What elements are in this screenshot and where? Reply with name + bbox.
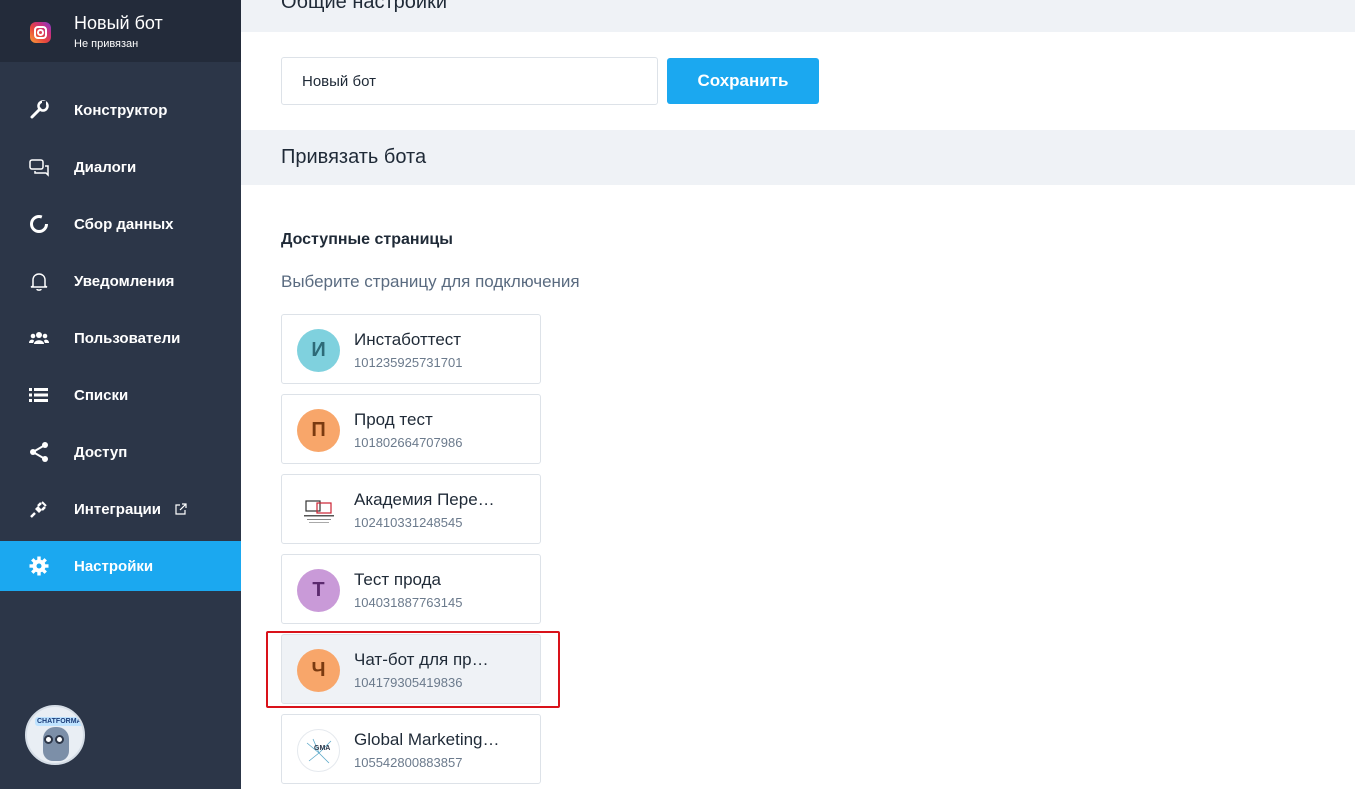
page-logo-gma: GMA (297, 729, 340, 772)
bot-name: Новый бот (74, 13, 163, 33)
page-id: 104031887763145 (354, 595, 463, 610)
page-name: Академия Пере… (354, 490, 495, 509)
bot-header[interactable]: Новый бот Не привязан (0, 0, 241, 62)
page-id: 101802664707986 (354, 435, 463, 450)
page-id: 105542800883857 (354, 755, 463, 770)
sidebar-item-label: Уведомления (74, 272, 175, 290)
page-name: Тест прода (354, 570, 442, 589)
gma-logo-text: GMA (314, 745, 330, 752)
share-icon (28, 442, 50, 462)
bind-bot-title: Привязать бота (281, 146, 427, 168)
page-name: Чат-бот для пр… (354, 650, 489, 669)
page-name: Global Marketing… (354, 730, 500, 749)
page-avatar: И (297, 329, 340, 372)
sidebar-item-data-collection[interactable]: Сбор данных (0, 199, 241, 249)
chat-icon (28, 157, 50, 177)
page-card[interactable]: Т Тест прода 104031887763145 (281, 554, 541, 624)
page-card[interactable]: Академия Пере… 102410331248545 (281, 474, 541, 544)
sidebar-item-dialogs[interactable]: Диалоги (0, 142, 241, 192)
sidebar-item-label: Доступ (74, 443, 128, 461)
page-card[interactable]: GMA Global Marketing… 105542800883857 (281, 714, 541, 784)
page-id: 101235925731701 (354, 355, 463, 370)
sidebar-item-label: Интеграции (74, 500, 161, 518)
page-id: 102410331248545 (354, 515, 463, 530)
list-icon (28, 385, 50, 405)
page-card[interactable]: И Инстаботтест 101235925731701 (281, 314, 541, 384)
instagram-icon (30, 22, 51, 43)
sidebar-item-notifications[interactable]: Уведомления (0, 256, 241, 306)
sidebar-item-settings[interactable]: Настройки (0, 541, 241, 591)
sidebar-item-lists[interactable]: Списки (0, 370, 241, 420)
plug-icon (28, 499, 50, 519)
sidebar-item-label: Сбор данных (74, 215, 174, 233)
page-avatar: Т (297, 569, 340, 612)
select-page-hint: Выберите страницу для подключения (281, 272, 580, 291)
circle-progress-icon (28, 214, 50, 234)
gear-icon (28, 556, 50, 576)
available-pages-title: Доступные страницы (281, 231, 453, 248)
page-name: Инстаботтест (354, 330, 462, 349)
sidebar-item-users[interactable]: Пользователи (0, 313, 241, 363)
users-icon (28, 328, 50, 348)
sidebar-item-integrations[interactable]: Интеграции (0, 484, 241, 534)
sidebar-item-constructor[interactable]: Конструктор (0, 85, 241, 135)
sidebar-item-access[interactable]: Доступ (0, 427, 241, 477)
sidebar-item-label: Пользователи (74, 329, 181, 347)
assistant-avatar[interactable]: CHATFORMA (25, 705, 85, 765)
page-avatar: Ч (297, 649, 340, 692)
network-logo-icon: GMA (306, 738, 331, 763)
external-link-icon (175, 502, 187, 515)
bind-bot-header: Привязать бота (241, 130, 1355, 185)
save-button[interactable]: Сохранить (667, 58, 819, 104)
page-id: 104179305419836 (354, 675, 463, 690)
sidebar-item-label: Конструктор (74, 101, 168, 119)
bot-name-input[interactable] (281, 57, 658, 105)
page-card-selected[interactable]: Ч Чат-бот для пр… 104179305419836 (281, 634, 541, 704)
sidebar: Новый бот Не привязан Конструктор Диалог… (0, 0, 241, 789)
sidebar-item-label: Настройки (74, 557, 154, 575)
wrench-icon (28, 100, 50, 120)
general-settings-header: Общие настройки (241, 0, 1355, 32)
general-settings-title: Общие настройки (281, 0, 447, 13)
page-logo-academy (297, 489, 340, 532)
bot-status: Не привязан (74, 38, 139, 50)
bell-icon (28, 271, 50, 291)
laptop-logo-icon (303, 499, 334, 523)
assistant-badge: CHATFORMA (35, 717, 83, 726)
page-avatar: П (297, 409, 340, 452)
sidebar-item-label: Списки (74, 386, 129, 404)
page-card[interactable]: П Прод тест 101802664707986 (281, 394, 541, 464)
sidebar-item-label: Диалоги (74, 158, 137, 176)
page-name: Прод тест (354, 410, 433, 429)
